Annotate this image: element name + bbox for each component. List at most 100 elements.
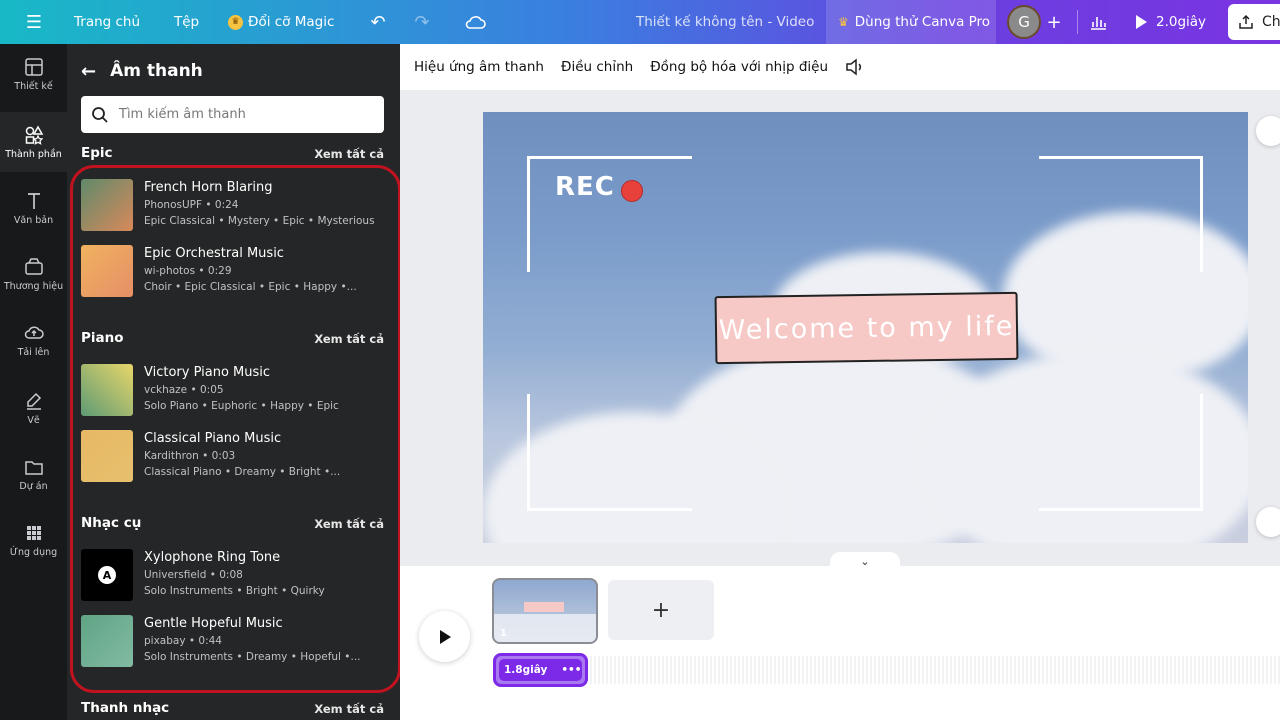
chevron-down-icon[interactable]: ⌄ xyxy=(830,552,900,570)
audio-track[interactable]: A Xylophone Ring Tone Universfield • 0:0… xyxy=(81,549,381,603)
audio-track-clip[interactable]: 1.8giây ••• xyxy=(493,653,588,687)
track-name: Epic Orchestral Music xyxy=(144,246,284,261)
track-thumbnail xyxy=(81,430,133,482)
frame-corner xyxy=(1039,394,1203,511)
cloud-save-icon[interactable] xyxy=(462,0,488,44)
frame-corner xyxy=(527,394,692,511)
rail-label: Thành phần xyxy=(5,148,62,160)
left-rail: Thiết kế Thành phần Văn bản Thương hiệu … xyxy=(0,44,67,720)
panel-title: Âm thanh xyxy=(110,61,203,81)
timeline-clip[interactable]: 1 xyxy=(492,578,598,644)
audio-track[interactable]: French Horn Blaring PhonosUPF • 0:24 Epi… xyxy=(81,179,381,233)
audio-track[interactable]: Victory Piano Music vckhaze • 0:05 Solo … xyxy=(81,364,381,418)
menu-icon[interactable]: ☰ xyxy=(22,0,46,44)
rail-label: Thương hiệu xyxy=(3,280,64,292)
track-tags: Solo Piano • Euphoric • Happy • Epic xyxy=(144,400,339,412)
brand-logo-icon: A xyxy=(98,566,116,584)
track-tags: Classical Piano • Dreamy • Bright •... xyxy=(144,466,341,478)
undo-icon[interactable]: ↶ xyxy=(366,0,390,44)
audio-track[interactable]: Classical Piano Music Kardithron • 0:03 … xyxy=(81,430,381,484)
section-title-instruments: Nhạc cụ xyxy=(81,515,142,531)
see-all-instruments[interactable]: Xem tất cả xyxy=(314,517,384,531)
track-meta: Kardithron • 0:03 xyxy=(144,450,236,462)
design-title[interactable]: Thiết kế không tên - Video xyxy=(636,0,814,44)
home-link[interactable]: Trang chủ xyxy=(74,0,140,44)
rail-item-brand[interactable]: Thương hiệu xyxy=(0,244,67,304)
audio-search-input[interactable]: Tìm kiếm âm thanh xyxy=(81,96,384,133)
section-title-piano: Piano xyxy=(81,330,124,346)
back-arrow-icon[interactable]: ← xyxy=(81,61,96,82)
track-thumbnail xyxy=(81,245,133,297)
track-meta: wi-photos • 0:29 xyxy=(144,265,232,277)
welcome-text[interactable]: Welcome to my life xyxy=(714,291,1019,365)
add-clip-button[interactable]: + xyxy=(608,580,714,640)
insights-icon[interactable] xyxy=(1087,0,1109,44)
clip-preview-label xyxy=(524,602,564,612)
track-tags: Solo Instruments • Bright • Quirky xyxy=(144,585,325,597)
track-meta: Universfield • 0:08 xyxy=(144,569,243,581)
more-options-icon[interactable]: ••• xyxy=(561,664,581,676)
assistant-icon[interactable] xyxy=(1256,507,1280,537)
comment-icon[interactable] xyxy=(1256,116,1280,146)
rail-label: Văn bản xyxy=(13,214,54,226)
text-icon xyxy=(27,192,40,209)
top-bar: ☰ Trang chủ Tệp ♛ Đổi cỡ Magic ↶ ↷ Thiết… xyxy=(0,0,1280,44)
track-tags: Epic Classical • Mystery • Epic • Myster… xyxy=(144,215,375,227)
audio-waveform xyxy=(590,656,1280,684)
footer-strip xyxy=(400,714,1280,720)
magic-resize-label: Đổi cỡ Magic xyxy=(248,14,335,30)
rail-label: Vẽ xyxy=(27,414,40,426)
play-button[interactable] xyxy=(419,611,470,662)
rec-label: REC xyxy=(555,172,615,202)
track-name: French Horn Blaring xyxy=(144,180,273,195)
rail-label: Dự án xyxy=(19,480,48,492)
beat-sync-button[interactable]: Đồng bộ hóa với nhịp điệu xyxy=(650,59,828,75)
clip-number: 1 xyxy=(500,628,507,639)
rail-label: Tải lên xyxy=(17,346,50,358)
record-dot-icon xyxy=(621,180,643,202)
magic-resize-button[interactable]: ♛ Đổi cỡ Magic xyxy=(228,0,334,44)
sound-effects-button[interactable]: Hiệu ứng âm thanh xyxy=(414,59,544,75)
apps-icon xyxy=(26,525,41,540)
track-thumbnail: A xyxy=(81,549,133,601)
track-meta: PhonosUPF • 0:24 xyxy=(144,199,239,211)
try-pro-button[interactable]: ♛ Dùng thử Canva Pro xyxy=(826,0,996,44)
rail-item-apps[interactable]: Ứng dụng xyxy=(0,510,67,570)
track-name: Xylophone Ring Tone xyxy=(144,550,281,565)
crown-icon: ♛ xyxy=(838,15,849,29)
elements-icon xyxy=(25,124,43,145)
rail-item-text[interactable]: Văn bản xyxy=(0,178,67,238)
try-pro-label: Dùng thử Canva Pro xyxy=(854,14,991,30)
track-tags: Solo Instruments • Dreamy • Hopeful •... xyxy=(144,651,361,663)
redo-icon[interactable]: ↷ xyxy=(410,0,434,44)
rail-item-elements[interactable]: Thành phần xyxy=(0,112,67,172)
upload-icon xyxy=(24,325,44,339)
brand-icon xyxy=(24,257,43,275)
avatar[interactable]: G xyxy=(1007,5,1041,39)
audio-track[interactable]: Epic Orchestral Music wi-photos • 0:29 C… xyxy=(81,245,381,299)
play-icon xyxy=(1136,15,1147,29)
rail-item-draw[interactable]: Vẽ xyxy=(0,378,67,438)
volume-icon[interactable] xyxy=(845,58,865,76)
adjust-button[interactable]: Điều chỉnh xyxy=(561,59,633,75)
rail-item-projects[interactable]: Dự án xyxy=(0,444,67,504)
audio-track[interactable]: Gentle Hopeful Music pixabay • 0:44 Solo… xyxy=(81,615,381,669)
clip-preview-clouds xyxy=(494,614,596,642)
track-tags: Choir • Epic Classical • Epic • Happy •.… xyxy=(144,281,357,293)
see-all-piano[interactable]: Xem tất cả xyxy=(314,332,384,346)
draw-icon xyxy=(26,392,41,410)
see-all-epic[interactable]: Xem tất cả xyxy=(314,147,384,161)
rail-label: Ứng dụng xyxy=(9,546,58,558)
rail-label: Thiết kế xyxy=(14,80,53,92)
rail-item-upload[interactable]: Tải lên xyxy=(0,310,67,370)
search-placeholder: Tìm kiếm âm thanh xyxy=(119,107,246,122)
present-play-button[interactable]: 2.0giây xyxy=(1122,0,1222,44)
share-button[interactable]: Ch xyxy=(1228,4,1280,40)
frame-corner xyxy=(1039,156,1203,272)
file-menu[interactable]: Tệp xyxy=(174,0,199,44)
rail-item-design[interactable]: Thiết kế xyxy=(0,44,67,104)
audio-panel: ← Âm thanh Tìm kiếm âm thanh Epic Xem tấ… xyxy=(67,44,400,720)
see-all-vocals[interactable]: Xem tất cả xyxy=(314,702,384,716)
play-duration: 2.0giây xyxy=(1156,14,1207,30)
add-collaborator-icon[interactable]: + xyxy=(1045,0,1063,44)
